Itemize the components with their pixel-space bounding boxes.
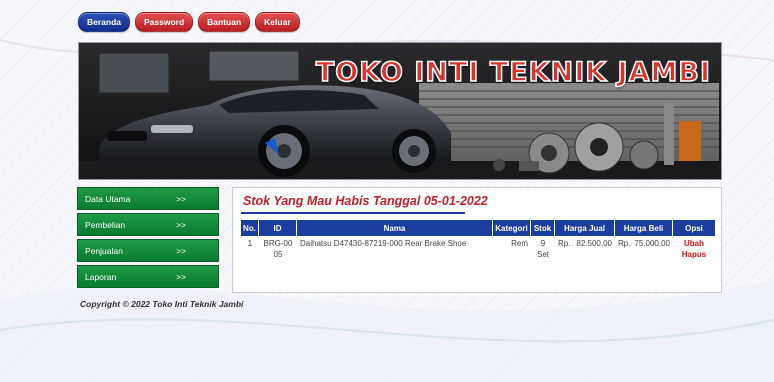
column-header-harga-jual: Harga Jual <box>555 220 615 236</box>
column-header-opsi: Opsi <box>673 220 715 236</box>
sidebar-item-label: Penjualan <box>85 245 123 256</box>
sidebar-item-penjualan[interactable]: Penjualan >> <box>77 239 219 262</box>
table-header-row: No. ID Nama Kategori Stok Harga Jual Har… <box>241 220 715 236</box>
cell-harga-beli: Rp. 75.000,00 <box>615 236 673 264</box>
sidebar-item-label: Pembelian <box>85 219 126 230</box>
harga-jual-value: 82.500,00 <box>576 239 612 248</box>
sidebar-item-arrow: >> <box>176 193 186 204</box>
page-title: Stok Yang Mau Habis Tanggal 05-01-2022 <box>243 194 488 208</box>
cell-kategori: Rem <box>511 239 528 248</box>
top-navigation: Beranda Password Bantuan Keluar <box>78 12 300 32</box>
hapus-link[interactable]: Hapus <box>676 250 712 261</box>
cell-opsi: Ubah Hapus <box>673 236 715 264</box>
harga-beli-value: 75.000,00 <box>634 239 670 248</box>
column-header-kategori: Kategori <box>493 220 531 236</box>
ubah-link[interactable]: Ubah <box>676 239 712 250</box>
sidebar-item-label: Laporan <box>85 271 117 282</box>
column-header-id: ID <box>259 220 297 236</box>
sidebar-item-laporan[interactable]: Laporan >> <box>77 265 219 288</box>
cell-harga-jual: Rp. 82.500,00 <box>555 236 615 264</box>
nav-password-button[interactable]: Password <box>135 12 194 32</box>
title-underline <box>241 212 465 214</box>
cell-stok: 9 Set <box>536 239 549 259</box>
sidebar-item-arrow: >> <box>176 271 186 282</box>
column-header-nama: Nama <box>297 220 493 236</box>
stock-table: No. ID Nama Kategori Stok Harga Jual Har… <box>241 220 715 264</box>
main-content-panel: Stok Yang Mau Habis Tanggal 05-01-2022 N… <box>232 187 722 293</box>
table-row: 1 BRG-0005 Daihatsu D47430-87219-000 Rea… <box>241 236 715 264</box>
nav-bantuan-button[interactable]: Bantuan <box>198 12 251 32</box>
copyright-footer: Copyright © 2022 Toko Inti Teknik Jambi <box>80 299 244 309</box>
column-header-no: No. <box>241 220 259 236</box>
cell-id: BRG-0005 <box>263 239 293 259</box>
banner-title: TOKO INTI TEKNIK JAMBI <box>315 56 711 89</box>
cell-no: 1 <box>247 239 253 248</box>
currency-label: Rp. <box>618 239 631 248</box>
sidebar-item-arrow: >> <box>176 219 186 230</box>
sidebar-item-pembelian[interactable]: Pembelian >> <box>77 213 219 236</box>
cell-nama: Daihatsu D47430-87219-000 Rear Brake Sho… <box>300 239 467 248</box>
sidebar-item-label: Data Utama <box>85 193 131 204</box>
sidebar-item-data-utama[interactable]: Data Utama >> <box>77 187 219 210</box>
sidebar-menu: Data Utama >> Pembelian >> Penjualan >> … <box>77 187 219 291</box>
banner: TOKO INTI TEKNIK JAMBI <box>78 42 722 180</box>
column-header-stok: Stok <box>531 220 555 236</box>
column-header-harga-beli: Harga Beli <box>615 220 673 236</box>
nav-beranda-button[interactable]: Beranda <box>78 12 131 32</box>
nav-keluar-button[interactable]: Keluar <box>255 12 300 32</box>
currency-label: Rp. <box>558 239 571 248</box>
sidebar-item-arrow: >> <box>176 245 186 256</box>
